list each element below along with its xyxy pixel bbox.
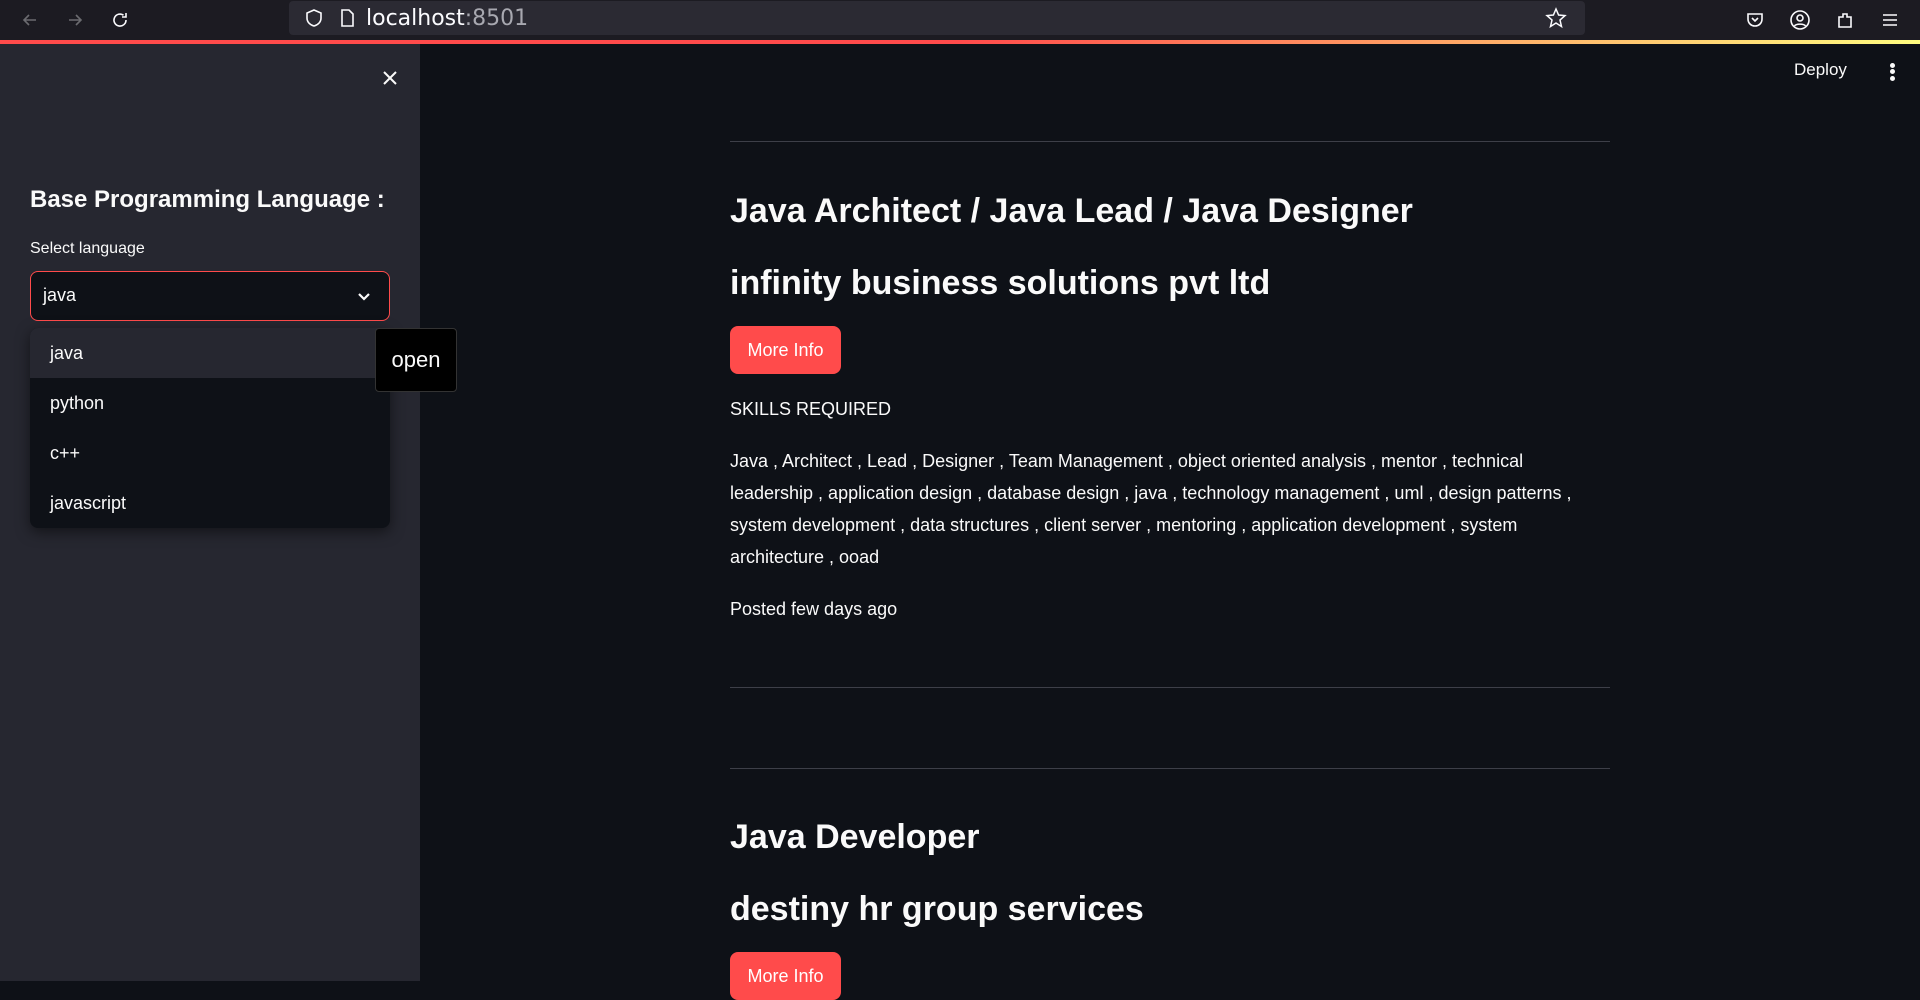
sidebar-heading: Base Programming Language : <box>30 186 385 213</box>
company-name: infinity business solutions pvt ltd <box>730 264 1271 302</box>
divider <box>730 768 1610 769</box>
job-title: Java Architect / Java Lead / Java Design… <box>730 192 1413 230</box>
dropdown-option-javascript[interactable]: javascript <box>30 478 390 528</box>
skills-heading: SKILLS REQUIRED <box>730 399 892 419</box>
extensions-icon[interactable] <box>1831 6 1859 34</box>
url-text[interactable]: localhost:8501 <box>366 6 528 31</box>
divider <box>730 141 1610 142</box>
job-title: Java Developer <box>730 818 980 856</box>
deploy-button[interactable]: Deploy <box>1794 60 1847 80</box>
hamburger-menu-icon[interactable] <box>1876 6 1904 34</box>
account-icon[interactable] <box>1786 6 1814 34</box>
language-select[interactable]: java <box>30 271 390 321</box>
divider <box>730 687 1610 688</box>
more-info-button[interactable]: More Info <box>730 326 841 374</box>
company-name: destiny hr group services <box>730 890 1144 928</box>
skills-list: Java , Architect , Lead , Designer , Tea… <box>730 451 1572 567</box>
forward-arrow-icon[interactable] <box>61 6 89 34</box>
dropdown-option-java[interactable]: java <box>30 328 390 378</box>
reload-icon[interactable] <box>106 6 134 34</box>
back-arrow-icon[interactable] <box>16 6 44 34</box>
bookmark-star-icon[interactable] <box>1542 4 1570 32</box>
more-info-button[interactable]: More Info <box>730 952 841 1000</box>
selected-value: java <box>43 285 77 305</box>
more-options-icon[interactable] <box>1880 58 1904 86</box>
page-info-icon[interactable] <box>333 4 361 32</box>
browser-toolbar: localhost:8501 <box>0 0 1920 40</box>
shield-icon[interactable] <box>300 4 328 32</box>
chevron-down-icon[interactable] <box>355 288 373 306</box>
language-dropdown: java python c++ javascript <box>30 328 390 528</box>
dropdown-option-python[interactable]: python <box>30 378 390 428</box>
tooltip: open <box>375 328 457 392</box>
pocket-icon[interactable] <box>1741 6 1769 34</box>
posted-date: Posted few days ago <box>730 599 898 619</box>
dropdown-option-cpp[interactable]: c++ <box>30 428 390 478</box>
select-label: Select language <box>30 240 145 257</box>
sidebar: Base Programming Language : Select langu… <box>0 44 457 981</box>
close-icon[interactable] <box>376 64 404 92</box>
